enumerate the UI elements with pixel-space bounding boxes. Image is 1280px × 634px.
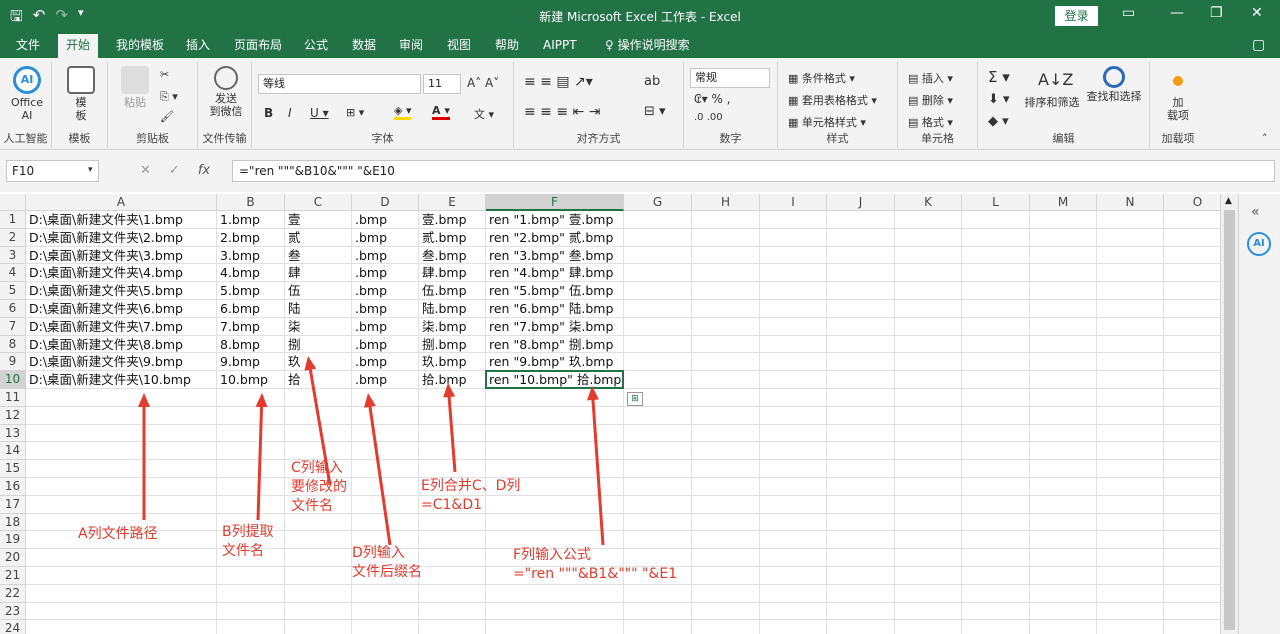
arrow-b	[255, 393, 268, 521]
arrow-d	[364, 393, 392, 546]
annotation-e: E列合并C、D列 =C1&D1	[421, 478, 521, 513]
annotation-d: D列输入 文件后缀名	[352, 545, 422, 580]
annotation-arrows	[138, 356, 605, 546]
annotation-c: C列输入 要修改的 文件名	[291, 460, 347, 514]
annotation-a: A列文件路径	[78, 526, 158, 542]
annotation-f: F列输入公式 ="ren """&B1&""" "&E1	[513, 547, 678, 582]
arrow-f	[586, 386, 605, 546]
arrow-e	[443, 383, 457, 473]
annotation-b: B列提取 文件名	[222, 524, 274, 559]
arrow-a	[138, 393, 150, 520]
